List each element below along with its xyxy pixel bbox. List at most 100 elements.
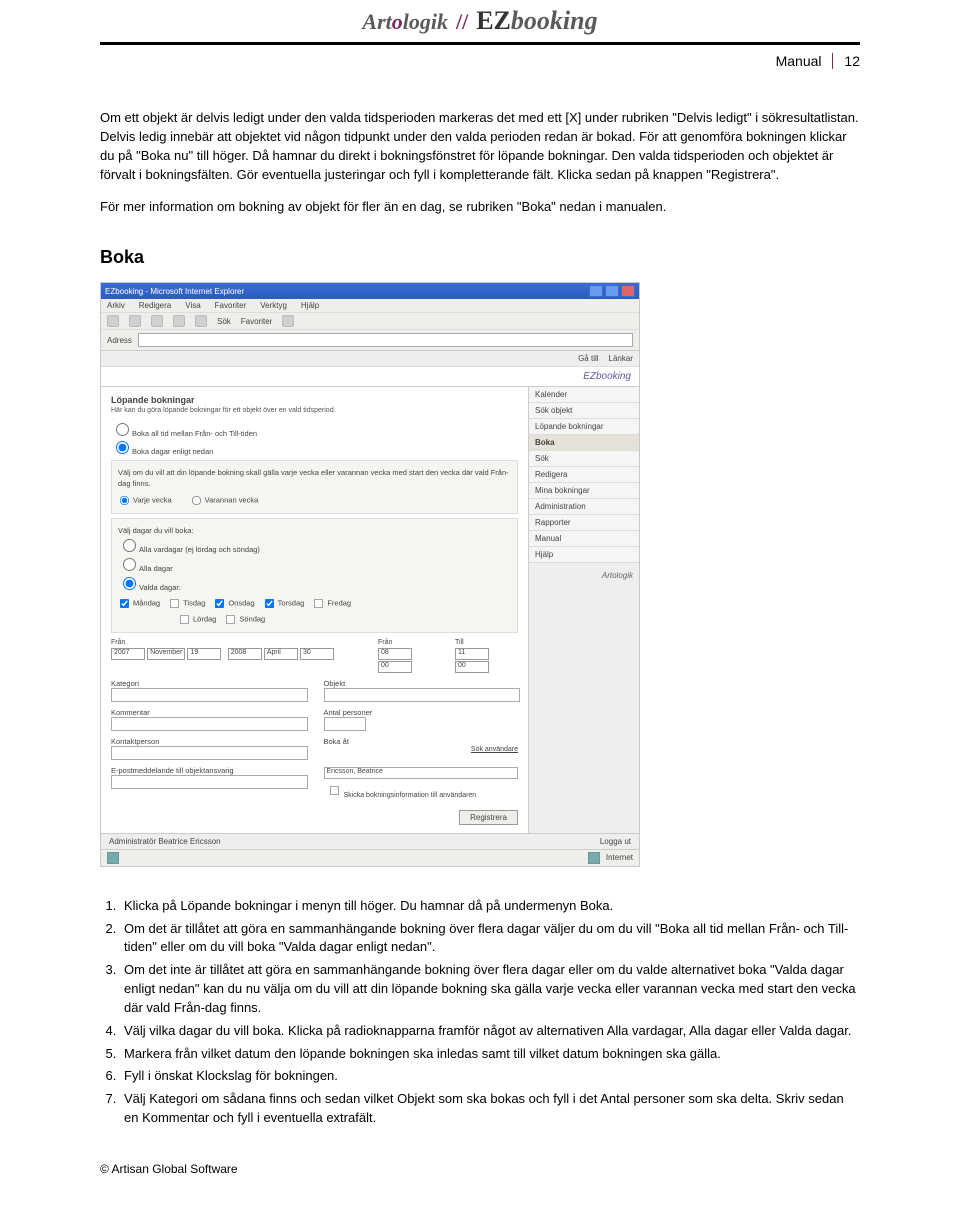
select-from-m[interactable]: 00	[378, 661, 412, 673]
label-alla-dagar: Alla dagar	[139, 564, 173, 573]
select-from-day[interactable]: 19	[187, 648, 221, 660]
links-link[interactable]: Länkar	[609, 354, 633, 363]
step-3: Om det inte är tillåtet att göra en samm…	[120, 961, 860, 1018]
history-icon[interactable]	[282, 315, 294, 327]
menu-item[interactable]: Favoriter	[215, 301, 247, 310]
label-fran-time: Från	[378, 639, 441, 646]
select-to-day[interactable]: 30	[300, 648, 334, 660]
menu-item[interactable]: Hjälp	[301, 301, 319, 310]
forward-icon[interactable]	[129, 315, 141, 327]
step-4: Välj vilka dagar du vill boka. Klicka på…	[120, 1022, 860, 1041]
nav-sok-objekt[interactable]: Sök objekt	[529, 403, 639, 419]
chk-tisdag[interactable]: Tisdag	[168, 597, 205, 610]
radio-varje-vecka[interactable]: Varje vecka	[118, 494, 172, 507]
input-kommentar[interactable]	[111, 717, 308, 731]
menu-item[interactable]: Visa	[185, 301, 200, 310]
page-number: 12	[844, 53, 860, 69]
label-objekt: Objekt	[324, 679, 346, 688]
menu-item[interactable]: Verktyg	[260, 301, 287, 310]
link-sok-anvandare[interactable]: Sök användare	[324, 746, 519, 753]
chk-sondag[interactable]: Söndag	[224, 613, 265, 626]
nav-manual[interactable]: Manual	[529, 531, 639, 547]
label-antal: Antal personer	[324, 708, 373, 717]
panel-week-recurrence: Välj om du vill att din löpande bokning …	[111, 460, 518, 514]
menu-item[interactable]: Redigera	[139, 301, 171, 310]
label-kommentar: Kommentar	[111, 708, 150, 717]
panel2-text: Välj dagar du vill boka:	[118, 525, 511, 536]
toolbar[interactable]: Sök Favoriter	[101, 313, 639, 330]
close-icon[interactable]	[621, 285, 635, 297]
label-bokat: Boka åt	[324, 737, 349, 746]
page-footer: © Artisan Global Software	[100, 1162, 860, 1176]
nav-administration[interactable]: Administration	[529, 499, 639, 515]
header-bar: Manual 12	[100, 53, 860, 69]
radio-varannan-vecka[interactable]: Varannan vecka	[190, 494, 259, 507]
logout-link[interactable]: Logga ut	[600, 837, 631, 846]
menu-item[interactable]: Arkiv	[107, 301, 125, 310]
panel1-text: Välj om du vill att din löpande bokning …	[118, 467, 511, 490]
register-button[interactable]: Registrera	[459, 810, 518, 825]
sidebar-nav: Kalender Sök objekt Löpande bokningar Bo…	[528, 387, 639, 833]
top-strip: Gå till Länkar	[101, 351, 639, 367]
nav-rapporter[interactable]: Rapporter	[529, 515, 639, 531]
nav-boka[interactable]: Boka	[529, 435, 639, 451]
select-to-h[interactable]: 11	[455, 648, 489, 660]
ezbooking-screenshot: EZbooking - Microsoft Internet Explorer …	[100, 282, 640, 867]
paragraph-2: För mer information om bokning av objekt…	[100, 198, 860, 217]
chk-torsdag[interactable]: Torsdag	[263, 597, 305, 610]
nav-kalender[interactable]: Kalender	[529, 387, 639, 403]
panel-days: Välj dagar du vill boka: Alla vardagar (…	[111, 518, 518, 633]
select-objekt[interactable]	[324, 688, 521, 702]
radio-option-b[interactable]	[116, 441, 129, 454]
select-kategori[interactable]	[111, 688, 308, 702]
chk-lordag[interactable]: Lördag	[178, 613, 216, 626]
refresh-icon[interactable]	[173, 315, 185, 327]
nav-sok[interactable]: Sök	[529, 451, 639, 467]
internet-icon	[588, 852, 600, 864]
label-alla-vardagar: Alla vardagar (ej lördag och söndag)	[139, 545, 260, 554]
label-fran-date: Från	[111, 639, 358, 646]
toolbar-search-label[interactable]: Sök	[217, 317, 231, 326]
steps-list: Klicka på Löpande bokningar i menyn till…	[100, 897, 860, 1128]
home-icon[interactable]	[195, 315, 207, 327]
radio-valda-dagar[interactable]	[123, 577, 136, 590]
step-1: Klicka på Löpande bokningar i menyn till…	[120, 897, 860, 916]
maximize-icon[interactable]	[605, 285, 619, 297]
select-to-year[interactable]: 2008	[228, 648, 262, 660]
input-antal[interactable]	[324, 717, 366, 731]
menu-bar[interactable]: Arkiv Redigera Visa Favoriter Verktyg Hj…	[101, 299, 639, 313]
go-link[interactable]: Gå till	[578, 354, 598, 363]
select-to-month[interactable]: April	[264, 648, 298, 660]
input-epost[interactable]	[111, 775, 308, 789]
minimize-icon[interactable]	[589, 285, 603, 297]
radio-alla-vardagar[interactable]	[123, 539, 136, 552]
select-to-m[interactable]: 00	[455, 661, 489, 673]
nav-mina-bokningar[interactable]: Mina bokningar	[529, 483, 639, 499]
window-buttons[interactable]	[589, 285, 635, 297]
toolbar-favorites-label[interactable]: Favoriter	[241, 317, 273, 326]
select-bokat-at[interactable]: Ericsson, Beatrice	[324, 767, 519, 779]
sidebar-logo: Artologik	[529, 563, 639, 588]
address-input[interactable]	[138, 333, 633, 347]
nav-lopande[interactable]: Löpande bokningar	[529, 419, 639, 435]
stop-icon[interactable]	[151, 315, 163, 327]
label-send-info: Skicka bokningsinformation till användar…	[344, 792, 477, 799]
back-icon[interactable]	[107, 315, 119, 327]
radio-option-a[interactable]	[116, 423, 129, 436]
label-epost: E-postmeddelande till objektansvarig	[111, 766, 234, 775]
address-bar[interactable]: Adress	[101, 330, 639, 351]
chk-fredag[interactable]: Fredag	[312, 597, 351, 610]
select-from-month[interactable]: November	[147, 648, 185, 660]
chk-onsdag[interactable]: Onsdag	[213, 597, 254, 610]
nav-redigera[interactable]: Redigera	[529, 467, 639, 483]
select-from-year[interactable]: 2007	[111, 648, 145, 660]
chk-mandag[interactable]: Måndag	[118, 597, 160, 610]
select-from-h[interactable]: 08	[378, 648, 412, 660]
chk-send-info[interactable]	[329, 786, 338, 795]
input-kontakt[interactable]	[111, 746, 308, 760]
label-valda-dagar: Valda dagar:	[139, 583, 181, 592]
nav-hjalp[interactable]: Hjälp	[529, 547, 639, 563]
radio-alla-dagar[interactable]	[123, 558, 136, 571]
app-logo-text: EZbooking	[583, 371, 631, 382]
section-heading-boka: Boka	[100, 247, 860, 268]
